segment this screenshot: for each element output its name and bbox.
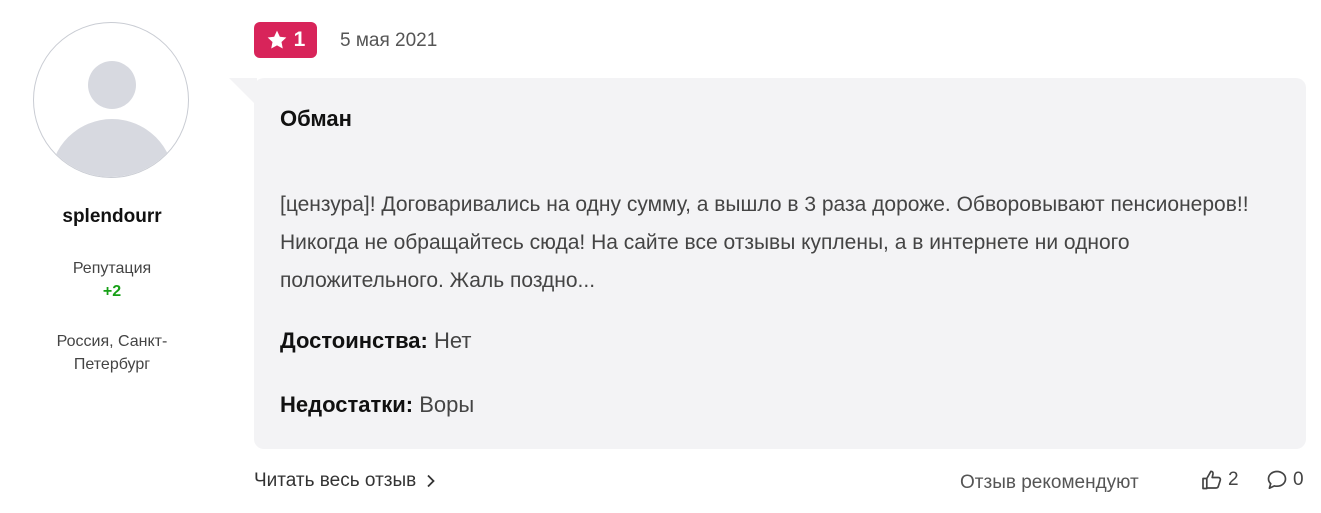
review-title[interactable]: Обман <box>280 106 352 132</box>
review-cons: Недостатки: Воры <box>280 392 474 418</box>
comments-count: 0 <box>1293 469 1304 490</box>
bubble-tail <box>229 78 257 106</box>
cons-label: Недостатки: <box>280 392 414 417</box>
user-avatar-icon <box>50 61 174 177</box>
review-date: 5 мая 2021 <box>340 30 438 51</box>
pros-value: Нет <box>434 328 472 353</box>
likes-count: 2 <box>1228 469 1239 490</box>
review-text: [цензура]! Договаривались на одну сумму,… <box>280 193 1249 292</box>
reputation-value: +2 <box>102 283 122 300</box>
avatar[interactable] <box>33 22 189 178</box>
reputation-label: Репутация <box>72 260 152 277</box>
star-icon <box>267 30 287 49</box>
author-username[interactable]: splendourr <box>0 206 224 228</box>
review-pros: Достоинства: Нет <box>280 328 471 354</box>
read-more-label: Читать весь отзыв <box>254 470 417 491</box>
chevron-right-icon <box>427 474 436 488</box>
thumbs-up-icon <box>1202 470 1222 490</box>
like-button[interactable]: 2 <box>1200 468 1239 492</box>
comments-button[interactable]: 0 <box>1265 468 1304 492</box>
comment-icon <box>1267 470 1287 490</box>
rating-badge: 1 <box>254 22 317 58</box>
rating-value: 1 <box>293 28 306 51</box>
author-location: Россия, Санкт-Петербург <box>56 333 168 373</box>
recommend-label: Отзыв рекомендуют <box>960 472 1139 493</box>
cons-value: Воры <box>419 392 475 417</box>
pros-label: Достоинства: <box>280 328 428 353</box>
read-full-review-link[interactable]: Читать весь отзыв <box>254 470 436 492</box>
